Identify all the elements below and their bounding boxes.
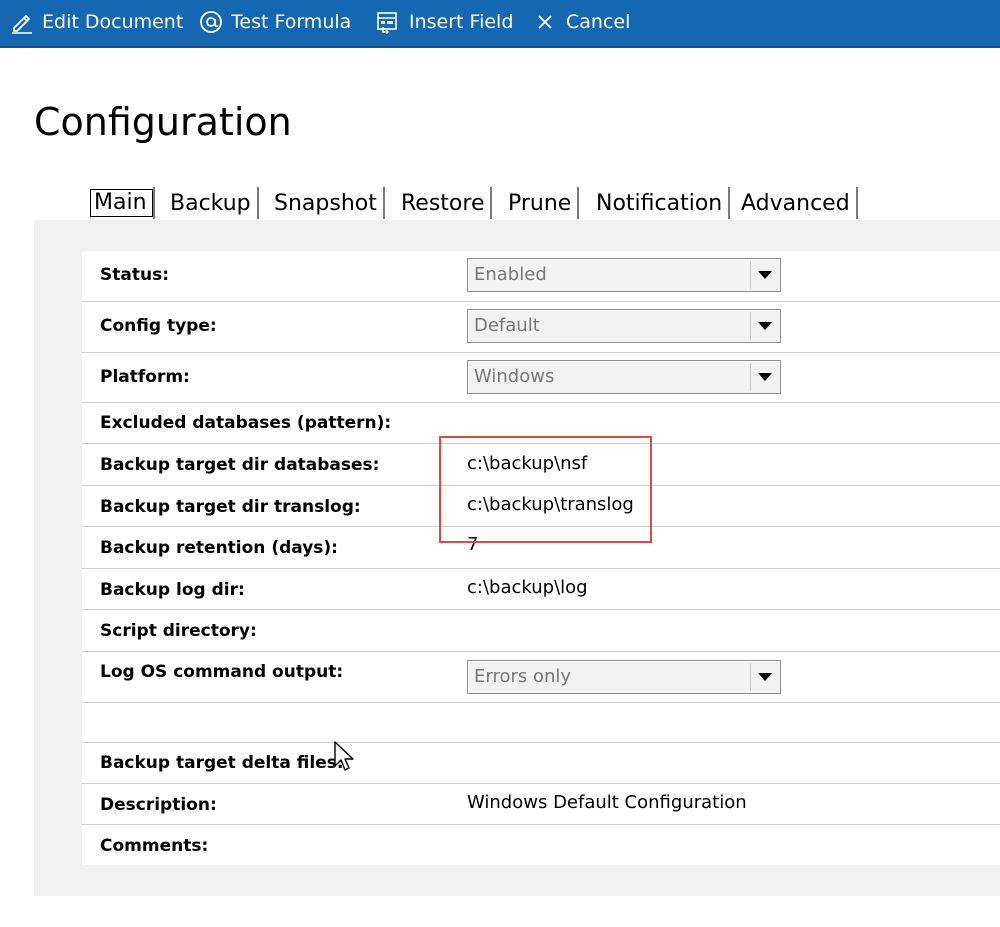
log-os-output-value: Errors only: [474, 666, 572, 687]
backup-log-dir-row: Backup log dir: c:\backup\log: [82, 569, 1000, 610]
platform-label: Platform:: [100, 367, 190, 387]
config-type-select[interactable]: Default: [467, 309, 781, 343]
description-value[interactable]: Windows Default Configuration: [467, 792, 747, 813]
tab-snapshot[interactable]: Snapshot: [268, 187, 385, 219]
tab-notification[interactable]: Notification: [590, 187, 731, 219]
backup-delta-files-label: Backup target delta files:: [100, 753, 344, 773]
backup-target-translog-label: Backup target dir translog:: [100, 497, 361, 517]
tab-backup[interactable]: Backup: [164, 187, 259, 219]
at-sign-icon: [199, 10, 223, 34]
highlight-annotation: [439, 436, 652, 543]
pencil-icon: [10, 10, 34, 34]
insert-field-button[interactable]: Insert Field: [375, 0, 513, 44]
chevron-down-icon[interactable]: [750, 663, 778, 691]
platform-value: Windows: [474, 366, 555, 387]
platform-select[interactable]: Windows: [467, 360, 781, 394]
config-type-value: Default: [474, 315, 540, 336]
insert-field-icon: [375, 10, 401, 34]
action-toolbar: Edit Document Test Formula Insert Field: [0, 0, 1000, 48]
page-title: Configuration: [34, 100, 292, 144]
chevron-down-icon[interactable]: [750, 261, 778, 289]
backup-log-dir-value[interactable]: c:\backup\log: [467, 577, 588, 598]
cancel-label: Cancel: [566, 11, 631, 33]
status-row: Status: Enabled: [82, 251, 1000, 302]
tab-prune[interactable]: Prune: [502, 187, 580, 219]
log-os-output-select[interactable]: Errors only: [467, 660, 781, 694]
backup-target-databases-label: Backup target dir databases:: [100, 455, 380, 475]
script-directory-row: Script directory:: [82, 610, 1000, 652]
status-value: Enabled: [474, 264, 547, 285]
description-label: Description:: [100, 795, 217, 815]
log-os-output-row: Log OS command output: Errors only: [82, 652, 1000, 703]
backup-delta-files-row: Backup target delta files:: [82, 743, 1000, 784]
backup-log-dir-label: Backup log dir:: [100, 580, 245, 600]
status-select[interactable]: Enabled: [467, 258, 781, 292]
test-formula-button[interactable]: Test Formula: [199, 0, 351, 44]
description-row: Description: Windows Default Configurati…: [82, 784, 1000, 825]
excluded-databases-label: Excluded databases (pattern):: [100, 413, 392, 433]
test-formula-label: Test Formula: [231, 11, 352, 33]
status-label: Status:: [100, 265, 169, 285]
cancel-button[interactable]: Cancel: [536, 0, 630, 44]
comments-label: Comments:: [100, 836, 209, 856]
tab-restore[interactable]: Restore: [395, 187, 493, 219]
mouse-pointer-icon: [333, 740, 357, 778]
chevron-down-icon[interactable]: [750, 363, 778, 391]
platform-row: Platform: Windows: [82, 353, 1000, 403]
config-type-label: Config type:: [100, 316, 217, 336]
tab-main[interactable]: Main: [88, 187, 155, 219]
insert-field-label: Insert Field: [409, 11, 514, 33]
tab-advanced[interactable]: Advanced: [735, 187, 858, 219]
config-type-row: Config type: Default: [82, 302, 1000, 353]
chevron-down-icon[interactable]: [750, 312, 778, 340]
close-icon: [536, 13, 554, 31]
script-directory-label: Script directory:: [100, 621, 257, 641]
edit-document-button[interactable]: Edit Document: [10, 0, 183, 44]
backup-retention-label: Backup retention (days):: [100, 538, 338, 558]
edit-document-label: Edit Document: [42, 11, 184, 33]
empty-row: [82, 703, 1000, 743]
comments-row: Comments:: [82, 825, 1000, 865]
log-os-output-label: Log OS command output:: [100, 662, 344, 682]
